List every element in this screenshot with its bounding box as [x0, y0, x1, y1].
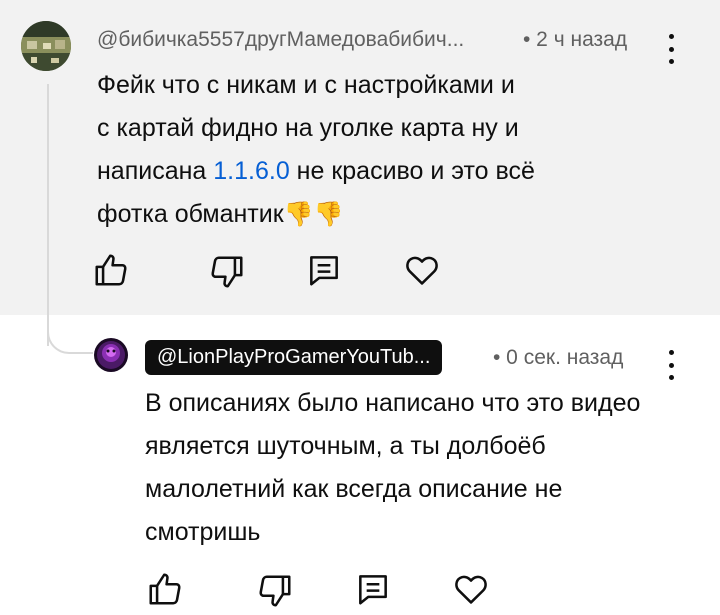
like-icon[interactable]: [92, 251, 130, 289]
comment-text: Фейк что с никам и с настройками и с кар…: [97, 64, 637, 236]
thread-connector: [47, 318, 93, 354]
comment-author-name[interactable]: @бибичка5557другМамедовабибич...: [97, 28, 464, 52]
comment-version-link[interactable]: 1.1.6.0: [213, 157, 289, 185]
reply-text: В описаниях было написано что это видео …: [145, 389, 641, 546]
reply-author-badge[interactable]: @LionPlayProGamerYouTub...: [145, 340, 443, 375]
comment-text-line3-end: не красиво и это всё: [289, 157, 535, 185]
comment-text-line2: с картай фидно на уголке карта ну и: [97, 114, 519, 142]
dislike-icon[interactable]: [208, 253, 246, 291]
reply-icon[interactable]: [354, 570, 392, 608]
more-vertical-icon[interactable]: [666, 34, 676, 64]
comment-text-line1: Фейк что с никам и с настройками и: [97, 71, 515, 99]
thread-line: [47, 84, 49, 346]
like-icon[interactable]: [146, 570, 184, 608]
reply-author-avatar[interactable]: [94, 338, 128, 372]
more-vertical-icon[interactable]: [666, 350, 676, 380]
reply-icon[interactable]: [305, 251, 343, 289]
comment-timestamp: • 2 ч назад: [523, 28, 628, 51]
heart-icon[interactable]: [452, 570, 490, 608]
dislike-icon[interactable]: [256, 572, 294, 610]
thumbs-down-emoji: 👎👎: [283, 201, 344, 228]
comment-text-line4: фотка обмантик: [97, 200, 284, 228]
heart-icon[interactable]: [403, 251, 441, 289]
comment-author-avatar[interactable]: [21, 21, 71, 71]
comment-text-line3-start: написана: [97, 157, 214, 185]
reply-timestamp: • 0 сек. назад: [493, 346, 624, 369]
